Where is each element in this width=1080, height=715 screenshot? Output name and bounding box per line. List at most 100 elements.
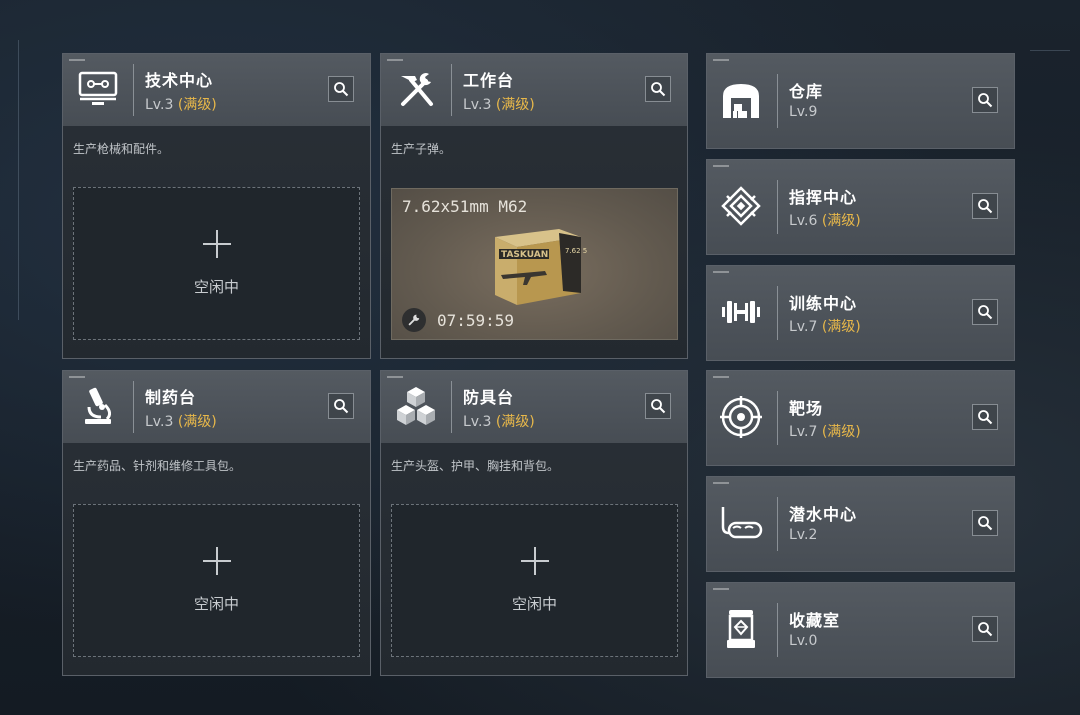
facility-card-warehouse[interactable]: 仓库 Lv.9 <box>706 53 1015 149</box>
card-header: 防具台 Lv.3 (满级) <box>381 371 687 443</box>
slot-status: 空闲中 <box>193 595 239 613</box>
facility-card-range[interactable]: 靶场 Lv.7 (满级) <box>706 370 1015 466</box>
header-divider <box>777 180 778 234</box>
facility-card-collection[interactable]: 收藏室 Lv.0 <box>706 582 1015 678</box>
facility-card-armor[interactable]: 防具台 Lv.3 (满级) 生产头盔、护甲、胸挂和背包。 空闲中 <box>380 370 688 676</box>
card-tag <box>713 271 729 273</box>
facility-description: 生产头盔、护甲、胸挂和背包。 <box>391 459 560 473</box>
header-divider <box>777 603 778 657</box>
production-slot[interactable]: 空闲中 <box>73 187 360 340</box>
facility-title: 靶场 <box>789 399 824 418</box>
max-level-tag: (满级) <box>177 414 217 430</box>
facility-title: 技术中心 <box>145 71 214 90</box>
facility-card-tech[interactable]: 技术中心 Lv.3 (满级) 生产枪械和配件。 空闲中 <box>62 53 371 359</box>
wrench-icon <box>402 308 426 332</box>
card-tag <box>69 376 85 378</box>
search-icon <box>978 410 993 425</box>
card-header: 技术中心 Lv.3 (满级) <box>63 54 370 126</box>
card-tag <box>713 165 729 167</box>
display-case-icon <box>719 607 763 651</box>
command-chip-icon <box>719 184 763 228</box>
plus-icon <box>202 230 231 258</box>
card-tag <box>713 588 729 590</box>
card-header: 工作台 Lv.3 (满级) <box>381 54 687 126</box>
inspect-button[interactable] <box>972 193 998 219</box>
slot-status: 空闲中 <box>193 278 239 296</box>
microscope-icon <box>75 383 121 429</box>
production-slot[interactable]: 空闲中 <box>391 504 678 657</box>
facility-level: Lv.3 (满级) <box>463 97 535 113</box>
header-divider <box>451 64 452 116</box>
card-header: 仓库 Lv.9 <box>707 54 1014 148</box>
card-header: 潜水中心 Lv.2 <box>707 477 1014 571</box>
header-divider <box>451 381 452 433</box>
facility-card-command[interactable]: 指挥中心 Lv.6 (满级) <box>706 159 1015 255</box>
facility-level: Lv.2 <box>789 527 818 543</box>
facility-level: Lv.3 (满级) <box>145 414 217 430</box>
inspect-button[interactable] <box>972 404 998 430</box>
inspect-button[interactable] <box>328 393 354 419</box>
facility-level: Lv.7 (满级) <box>789 319 861 335</box>
ammo-box-image: TASKUAN 7.62 51 <box>495 229 587 305</box>
card-tag <box>713 59 729 61</box>
facility-level: Lv.3 (满级) <box>145 97 217 113</box>
search-icon <box>978 93 993 108</box>
inspect-button[interactable] <box>972 87 998 113</box>
inspect-button[interactable] <box>645 76 671 102</box>
header-divider <box>777 286 778 340</box>
diving-mask-icon <box>719 501 763 545</box>
facility-level: Lv.6 (满级) <box>789 213 861 229</box>
inspect-button[interactable] <box>972 299 998 325</box>
search-icon <box>978 516 993 531</box>
search-icon <box>334 399 349 414</box>
slot-status: 空闲中 <box>511 595 557 613</box>
facility-card-pharmacy[interactable]: 制药台 Lv.3 (满级) 生产药品、针剂和维修工具包。 空闲中 <box>62 370 371 676</box>
card-tag <box>387 59 403 61</box>
header-divider <box>777 497 778 551</box>
facility-title: 工作台 <box>463 71 515 90</box>
search-icon <box>334 82 349 97</box>
header-divider <box>777 391 778 445</box>
facility-title: 防具台 <box>463 388 515 407</box>
facility-level: Lv.0 <box>789 633 818 649</box>
facility-title: 指挥中心 <box>789 188 858 207</box>
bg-line-right <box>1030 50 1070 51</box>
card-header: 收藏室 Lv.0 <box>707 583 1014 677</box>
production-item[interactable]: 7.62x51mm M62 TASKUAN 7.62 51 07:59:59 <box>391 188 678 340</box>
max-level-tag: (满级) <box>177 97 217 113</box>
cubes-icon <box>393 383 439 429</box>
facility-description: 生产药品、针剂和维修工具包。 <box>73 459 242 473</box>
max-level-tag: (满级) <box>821 319 861 335</box>
production-slot[interactable]: 空闲中 <box>73 504 360 657</box>
max-level-tag: (满级) <box>821 213 861 229</box>
inspect-button[interactable] <box>328 76 354 102</box>
card-tag <box>69 59 85 61</box>
card-header: 训练中心 Lv.7 (满级) <box>707 266 1014 360</box>
facility-description: 生产子弹。 <box>391 142 452 156</box>
max-level-tag: (满级) <box>495 97 535 113</box>
card-header: 制药台 Lv.3 (满级) <box>63 371 370 443</box>
facility-card-dive[interactable]: 潜水中心 Lv.2 <box>706 476 1015 572</box>
production-item-name: 7.62x51mm M62 <box>402 197 528 216</box>
ammo-box-code: 7.62 51 <box>565 247 587 255</box>
facility-title: 仓库 <box>789 82 824 101</box>
facility-card-workbench[interactable]: 工作台 Lv.3 (满级) 生产子弹。 7.62x51mm M62 TASKUA… <box>380 53 688 359</box>
card-header: 靶场 Lv.7 (满级) <box>707 371 1014 465</box>
facility-title: 收藏室 <box>789 611 841 630</box>
inspect-button[interactable] <box>645 393 671 419</box>
facility-level: Lv.3 (满级) <box>463 414 535 430</box>
facility-title: 训练中心 <box>789 294 858 313</box>
search-icon <box>651 399 666 414</box>
header-divider <box>133 381 134 433</box>
inspect-button[interactable] <box>972 510 998 536</box>
card-tag <box>713 376 729 378</box>
search-icon <box>978 622 993 637</box>
facility-card-training[interactable]: 训练中心 Lv.7 (满级) <box>706 265 1015 361</box>
max-level-tag: (满级) <box>495 414 535 430</box>
card-tag <box>713 482 729 484</box>
bg-line-left <box>18 40 19 320</box>
inspect-button[interactable] <box>972 616 998 642</box>
search-icon <box>978 199 993 214</box>
facility-description: 生产枪械和配件。 <box>73 142 170 156</box>
header-divider <box>133 64 134 116</box>
